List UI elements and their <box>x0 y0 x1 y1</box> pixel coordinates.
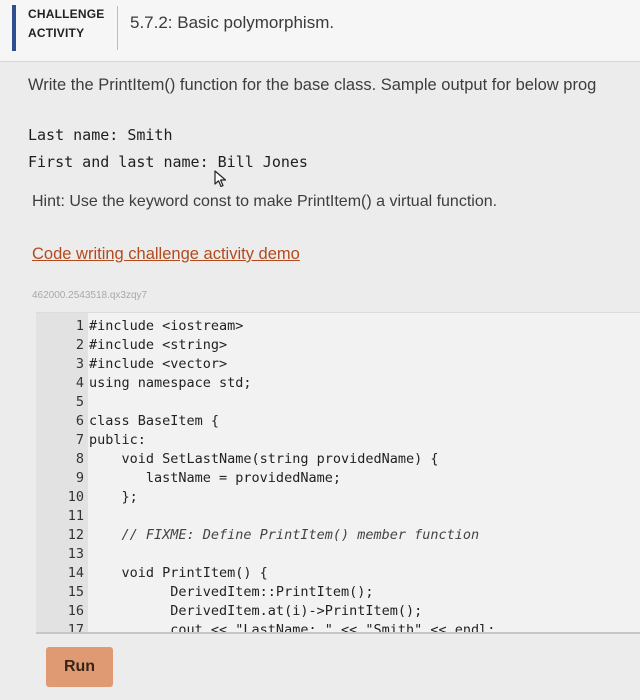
code-line[interactable]: 4 using namespace std; <box>36 374 640 393</box>
line-number: 16 <box>67 603 84 619</box>
code-text[interactable]: public: <box>89 431 146 450</box>
activity-title: 5.7.2: Basic polymorphism. <box>130 13 335 32</box>
code-line[interactable]: 1 #include <iostream> <box>36 317 640 336</box>
code-text[interactable]: }; <box>89 488 138 507</box>
code-line[interactable]: 14 void PrintItem() { <box>36 564 640 583</box>
demo-link[interactable]: Code writing challenge activity demo <box>32 245 300 264</box>
editor-bottom-border <box>36 632 640 634</box>
activity-header: CHALLENGE ACTIVITY 5.7.2: Basic polymorp… <box>0 0 640 62</box>
line-number: 2 <box>75 337 84 353</box>
line-number: 15 <box>67 584 84 600</box>
code-text[interactable]: lastName = providedName; <box>89 469 341 488</box>
line-number: 4 <box>75 375 84 391</box>
line-number: 10 <box>67 489 84 505</box>
line-number: 1 <box>75 318 84 334</box>
code-line[interactable]: 13 <box>36 545 640 564</box>
code-text[interactable]: #include <string> <box>89 336 227 355</box>
code-text[interactable]: DerivedItem.at(i)->PrintItem(); <box>89 602 422 621</box>
challenge-activity-label: CHALLENGE ACTIVITY <box>12 5 114 51</box>
code-text[interactable]: // FIXME: Define PrintItem() member func… <box>89 526 480 545</box>
code-line[interactable]: 7 public: <box>36 431 640 450</box>
line-number: 7 <box>75 432 84 448</box>
challenge-label-line2: ACTIVITY <box>28 26 85 40</box>
code-line[interactable]: 3 #include <vector> <box>36 355 640 374</box>
code-line[interactable]: 10 }; <box>36 488 640 507</box>
code-text[interactable]: class BaseItem { <box>89 412 219 431</box>
code-line[interactable]: 5 <box>36 393 640 412</box>
instructions-text: Write the PrintItem() function for the b… <box>28 76 597 94</box>
code-text[interactable]: using namespace std; <box>89 374 252 393</box>
hint-text: Hint: Use the keyword const to make Prin… <box>32 193 498 210</box>
line-number: 5 <box>75 394 84 410</box>
line-number: 14 <box>67 565 84 581</box>
code-line[interactable]: 16 DerivedItem.at(i)->PrintItem(); <box>36 602 640 621</box>
header-divider <box>117 6 118 50</box>
line-number: 12 <box>67 527 84 543</box>
code-text[interactable]: #include <vector> <box>89 355 227 374</box>
sample-output-line1: Last name: Smith <box>28 126 173 144</box>
code-text[interactable]: #include <iostream> <box>89 317 243 336</box>
line-number: 11 <box>67 508 84 524</box>
line-number: 8 <box>75 451 84 467</box>
line-number: 9 <box>75 470 84 486</box>
line-number: 13 <box>67 546 84 562</box>
code-identifier: 462000.2543518.qx3zqy7 <box>32 290 148 301</box>
code-line[interactable]: 15 DerivedItem::PrintItem(); <box>36 583 640 602</box>
code-line[interactable]: 12 // FIXME: Define PrintItem() member f… <box>36 526 640 545</box>
code-text[interactable]: void SetLastName(string providedName) { <box>89 450 439 469</box>
code-line[interactable]: 2 #include <string> <box>36 336 640 355</box>
sample-output-line2: First and last name: Bill Jones <box>28 153 308 171</box>
line-number: 3 <box>75 356 84 372</box>
sample-output: Last name: Smith First and last name: Bil… <box>28 122 308 176</box>
code-text[interactable]: void PrintItem() { <box>89 564 268 583</box>
code-line[interactable]: 11 <box>36 507 640 526</box>
mouse-pointer-icon <box>214 170 227 188</box>
code-text[interactable]: DerivedItem::PrintItem(); <box>89 583 373 602</box>
challenge-label-line1: CHALLENGE <box>28 7 105 21</box>
code-line[interactable]: 9 lastName = providedName; <box>36 469 640 488</box>
line-number: 6 <box>75 413 84 429</box>
code-line[interactable]: 8 void SetLastName(string providedName) … <box>36 450 640 469</box>
code-editor[interactable]: 1 #include <iostream> 2 #include <string> 3 #… <box>36 312 640 634</box>
run-button[interactable]: Run <box>46 647 113 687</box>
code-line[interactable]: 6 class BaseItem { <box>36 412 640 431</box>
